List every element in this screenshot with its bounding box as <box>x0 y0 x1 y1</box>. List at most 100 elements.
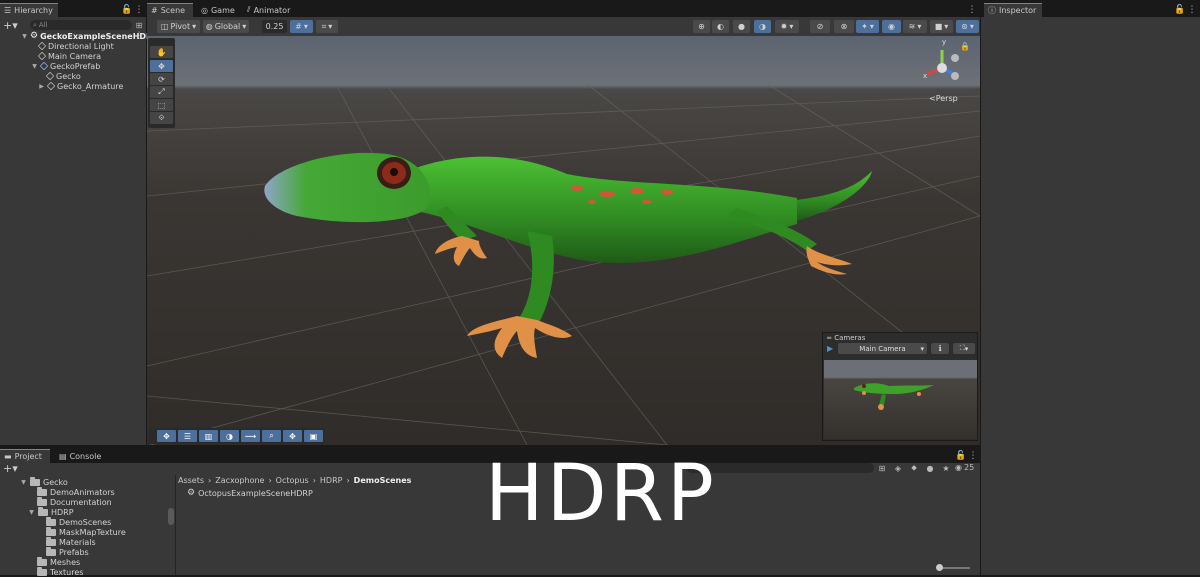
anim-tool-move[interactable]: ✥ <box>157 430 176 442</box>
pivot-dropdown[interactable]: ◫ Pivot ▾ <box>157 20 200 33</box>
camera-dropdown[interactable]: ■ ▾ <box>930 20 953 33</box>
star-icon[interactable]: ★ <box>940 462 952 474</box>
lock-icon[interactable]: 🔓 <box>1174 4 1186 16</box>
tab-project[interactable]: ▬ Project <box>0 449 50 463</box>
tree-scrollbar[interactable] <box>168 508 174 525</box>
folder-tree-item[interactable]: Documentation <box>37 496 112 507</box>
gizmo-icon: ⊛ <box>961 22 968 31</box>
search-by-type-icon[interactable]: ⊞ <box>876 462 888 474</box>
scale-tool-button[interactable]: ⤢ <box>150 86 173 98</box>
expand-arrow-icon[interactable]: ▼ <box>31 63 38 70</box>
folder-tree-item[interactable]: ▼ HDRP <box>28 506 74 517</box>
draw-mode-dropdown[interactable]: ✹ ▾ <box>775 20 799 33</box>
chevron-down-icon: ▾ <box>964 344 969 353</box>
icon-size-slider[interactable] <box>936 564 970 571</box>
drag-handle-icon[interactable]: ═ <box>827 334 831 342</box>
anim-tool-search[interactable]: ⌕ <box>262 430 281 442</box>
tab-inspector[interactable]: ⓘ Inspector <box>984 3 1042 17</box>
gizmos-dropdown[interactable]: ⊛ ▾ <box>956 20 979 33</box>
persp-toggle[interactable]: <Persp <box>929 94 958 103</box>
folder-tree-item[interactable]: Materials <box>46 536 96 547</box>
move-tool-button[interactable]: ✥ <box>150 60 173 72</box>
snap-value-input[interactable]: 0.25 <box>262 20 287 33</box>
folder-tree-item[interactable]: Textures <box>37 566 83 577</box>
camera-info-button[interactable]: ℹ <box>931 343 949 354</box>
kebab-menu-icon[interactable]: ⋮ <box>967 450 979 462</box>
lock-icon[interactable]: 🔓 <box>955 450 967 462</box>
search-by-label-icon[interactable]: ◈ <box>892 462 904 474</box>
transform-tool-button[interactable]: ⟐ <box>150 112 173 124</box>
add-icon[interactable]: +▾ <box>3 19 18 32</box>
layers-dropdown[interactable]: ≋ ▾ <box>903 20 927 33</box>
tab-game[interactable]: ◎ Game <box>197 3 237 17</box>
slider-thumb[interactable] <box>936 564 943 571</box>
label-icon[interactable]: ⬥ <box>908 462 920 474</box>
folder-tree-item[interactable]: MaskMapTexture <box>46 526 126 537</box>
create-asset-icon[interactable]: +▾ <box>3 462 18 475</box>
scene-menu-icon[interactable]: ⋮ <box>133 30 145 42</box>
folder-icon <box>37 566 47 576</box>
hidden-packages-count[interactable]: ◉ 25 <box>955 463 974 472</box>
hierarchy-item[interactable]: ▼ GeckoPrefab <box>31 61 100 71</box>
lock-icon[interactable]: 🔓 <box>121 4 133 16</box>
asset-item[interactable]: ⚙ OctopusExampleSceneHDRP <box>187 488 313 498</box>
breadcrumb-item[interactable]: DemoScenes <box>354 476 412 486</box>
anim-tool-bars[interactable]: ▥ <box>199 430 218 442</box>
anim-tool-bones[interactable]: ⟿ <box>241 430 260 442</box>
rotate-tool-button[interactable]: ⟳ <box>150 73 173 85</box>
anim-tool-camera[interactable]: ▣ <box>304 430 323 442</box>
anim-tool-moon[interactable]: ◑ <box>220 430 239 442</box>
camera-select-dropdown[interactable]: Main Camera ▾ <box>838 343 927 354</box>
shading-wireframe-button[interactable]: ⊕ <box>693 20 710 33</box>
hierarchy-search[interactable]: ⌕ All <box>30 20 132 30</box>
hand-tool-button[interactable]: ✋ <box>150 46 173 58</box>
hierarchy-item[interactable]: Main Camera <box>37 51 101 61</box>
tab-hierarchy[interactable]: ☰ Hierarchy <box>0 3 58 17</box>
breadcrumb-item[interactable]: Assets <box>178 476 204 486</box>
hierarchy-item[interactable]: Gecko <box>45 71 81 81</box>
collapse-arrow-icon[interactable]: ▶ <box>38 83 45 90</box>
anim-tool-list[interactable]: ☰ <box>178 430 197 442</box>
list-icon: ☰ <box>4 6 12 15</box>
global-dropdown[interactable]: ◍ Global ▾ <box>203 20 249 33</box>
lock-icon[interactable]: 🔒 <box>959 40 971 52</box>
rect-tool-button[interactable]: ⬚ <box>150 99 173 111</box>
expand-arrow-icon[interactable]: ▼ <box>28 509 35 516</box>
kebab-menu-icon[interactable]: ⋮ <box>966 4 978 16</box>
warning-icon[interactable]: ● <box>924 462 936 474</box>
scene-visibility-button[interactable]: ◉ <box>882 20 901 33</box>
tab-animator[interactable]: ⫽ Animator <box>243 3 295 17</box>
expand-arrow-icon[interactable]: ▼ <box>21 33 28 40</box>
toggle-lighting-button[interactable]: ⊗ <box>834 20 854 33</box>
shading-shaded-wire-button[interactable]: ◐ <box>712 20 729 33</box>
gameobject-icon <box>45 71 55 81</box>
folder-tree-item[interactable]: ▼ Gecko <box>20 476 68 487</box>
increment-snap-toggle[interactable]: ⌗ ▾ <box>316 20 338 33</box>
breadcrumb-item[interactable]: HDRP <box>320 476 343 486</box>
chevron-down-icon: ▾ <box>328 22 333 31</box>
hierarchy-item[interactable]: ▶ Gecko_Armature <box>38 81 123 91</box>
folder-tree-item[interactable]: Meshes <box>37 556 80 567</box>
breadcrumb-item[interactable]: Octopus <box>276 476 309 486</box>
hierarchy-item[interactable]: Directional Light <box>37 41 114 51</box>
kebab-menu-icon[interactable]: ⋮ <box>133 4 145 16</box>
folder-tree-item[interactable]: DemoAnimators <box>37 486 115 497</box>
anim-tool-move-target[interactable]: ✥ <box>283 430 302 442</box>
expand-arrow-icon[interactable]: ▼ <box>20 479 27 486</box>
tab-console[interactable]: ▤ Console <box>55 449 103 463</box>
camera-preview-dropdown[interactable]: ⛶ ▾ <box>953 343 975 354</box>
tab-scene[interactable]: # Scene <box>147 3 193 17</box>
folder-tree-item[interactable]: DemoScenes <box>46 516 111 527</box>
lighting-off-icon: ⊗ <box>840 22 848 31</box>
grid-snap-toggle[interactable]: # ▾ <box>290 20 313 33</box>
folder-icon <box>37 486 47 496</box>
shading-shaded-button[interactable]: ● <box>733 20 750 33</box>
shading-lit-button[interactable]: ◑ <box>754 20 771 33</box>
chevron-down-icon: ▾ <box>192 22 197 31</box>
audio-fx-dropdown[interactable]: ✦ ▾ <box>856 20 879 33</box>
kebab-menu-icon[interactable]: ⋮ <box>1186 4 1198 16</box>
breadcrumb-item[interactable]: Zacxophone <box>215 476 264 486</box>
toggle-2d-button[interactable]: ⊘ <box>810 20 830 33</box>
folder-tree-item[interactable]: Prefabs <box>46 546 89 557</box>
scene-viewport[interactable]: y x 🔒 <Persp ═ Cameras ▶ Main Camera ▾ ℹ… <box>147 36 980 445</box>
